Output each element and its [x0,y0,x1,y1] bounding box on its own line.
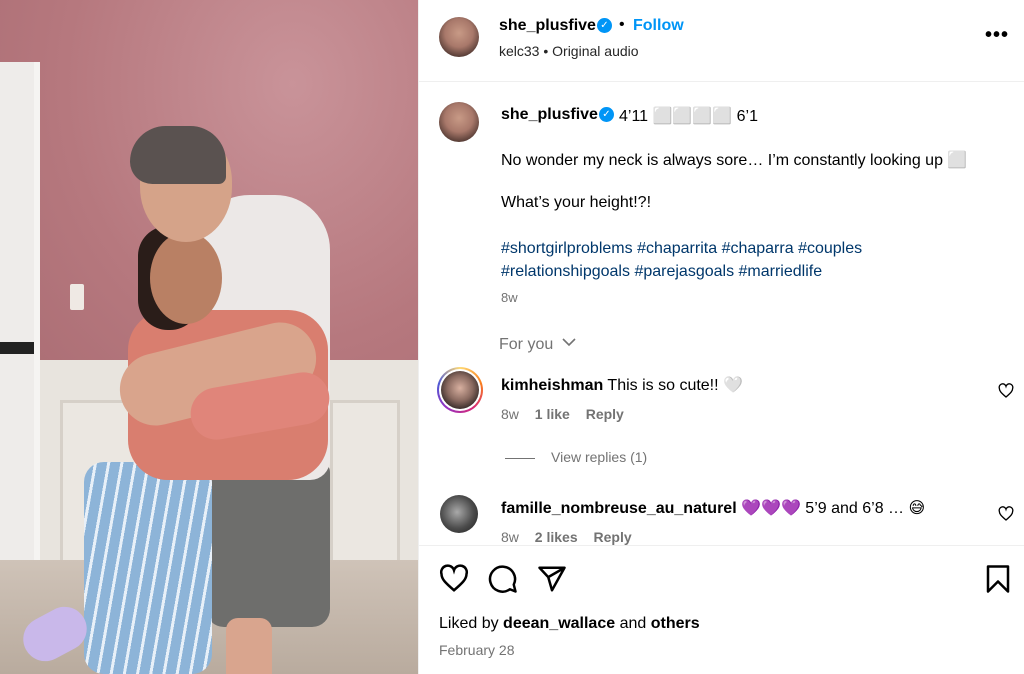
share-icon[interactable] [537,564,567,594]
comment-age: 8w [501,406,519,422]
liked-prefix: Liked by [439,615,499,632]
verified-icon: ✓ [599,107,614,122]
verified-icon: ✓ [597,18,612,33]
reply-button[interactable]: Reply [594,529,632,545]
caption-username[interactable]: she_plusfive [501,106,598,124]
hashtag-link[interactable]: #couples [798,240,862,257]
post-date: February 28 [439,642,515,658]
caption-age: 8w [501,290,518,305]
photo-woman-jeans [84,462,212,674]
view-replies-button[interactable]: View replies (1) [505,449,647,465]
heart-icon[interactable] [998,383,1014,399]
separator-dot: • [619,16,625,33]
comment-text: This is so cute!! 🤍 [607,377,743,394]
for-you-label: For you [499,336,554,353]
commenter-username[interactable]: famille_nombreuse_au_naturel [501,500,737,517]
heart-icon[interactable] [439,564,469,594]
post-actions: Liked by deean_wallace and others Februa… [419,545,1024,674]
hashtag-link[interactable]: #parejasgoals [634,263,734,280]
owner-username[interactable]: she_plusfive [499,17,596,35]
photo-doorway [0,62,40,622]
liked-user[interactable]: deean_wallace [503,615,615,632]
commenter-username[interactable]: kimheishman [501,377,603,394]
hashtag-link[interactable]: #relationshipgoals [501,263,630,280]
heart-icon[interactable] [998,506,1014,522]
comment-likes[interactable]: 1 like [535,406,570,422]
post-header: she_plusfive ✓ • Follow kelc33 • Origina… [419,0,1024,82]
photo-man-leg [226,618,272,674]
post-photo[interactable] [0,0,418,674]
caption-line-2: What’s your height!?! [501,194,652,211]
photo-light-switch [70,284,84,310]
comment-meta: 8w 2 likes Reply [501,529,644,545]
caption-heights: 4’11 ⬜⬜⬜⬜ 6’1 [619,108,758,125]
story-ring[interactable] [437,367,483,413]
comment-icon[interactable] [488,564,518,594]
follow-button[interactable]: Follow [633,17,684,35]
caption-line-1: No wonder my neck is always sore… I’m co… [501,152,968,169]
chevron-down-icon [562,338,576,347]
comment-text: 💜💜💜 5’9 and 6’8 … 😅 [741,500,926,517]
liked-others[interactable]: others [651,615,700,632]
view-replies-label: View replies (1) [551,449,648,465]
hashtag-link[interactable]: #marriedlife [739,263,823,280]
audio-link[interactable]: kelc33 • Original audio [499,43,639,59]
commenter-avatar [441,371,479,409]
caption-avatar[interactable] [439,102,479,142]
comment-likes[interactable]: 2 likes [535,529,578,545]
photo-woman-head [150,232,222,324]
reply-button[interactable]: Reply [586,406,624,422]
hashtag-link[interactable]: #chaparra [722,240,794,257]
caption-hashtags: #shortgirlproblems #chaparrita #chaparra… [501,237,921,283]
photo-man-shorts [206,462,330,627]
for-you-dropdown[interactable]: For you [499,336,576,354]
bookmark-icon[interactable] [983,564,1013,594]
comment-body: kimheishman This is so cute!! 🤍 [501,375,743,395]
comment-age: 8w [501,529,519,545]
owner-avatar[interactable] [439,17,479,57]
comment-meta: 8w 1 like Reply [501,406,636,422]
more-icon[interactable]: ••• [985,24,1009,47]
replies-dash [505,457,535,459]
photo-man-hair [130,126,226,184]
hashtag-link[interactable]: #shortgirlproblems [501,240,633,257]
liked-and: and [619,615,647,632]
liked-by: Liked by deean_wallace and others [439,615,700,633]
post-sidebar: she_plusfive ✓ • Follow kelc33 • Origina… [418,0,1024,674]
comment-body: famille_nombreuse_au_naturel 💜💜💜 5’9 and… [501,498,925,518]
hashtag-link[interactable]: #chaparrita [637,240,717,257]
commenter-avatar[interactable] [440,495,478,533]
